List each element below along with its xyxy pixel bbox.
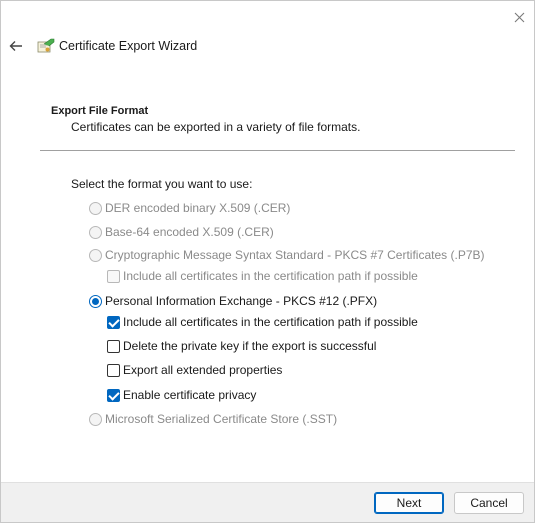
- back-arrow-icon: [9, 41, 22, 51]
- next-button[interactable]: Next: [374, 492, 444, 514]
- radio-pfx-format[interactable]: Personal Information Exchange - PKCS #12…: [89, 294, 377, 308]
- certificate-wizard-icon: [37, 38, 55, 53]
- checkbox-enable-certificate-privacy[interactable]: Enable certificate privacy: [107, 388, 256, 402]
- radio-button[interactable]: [89, 201, 102, 215]
- checkbox-export-props-label: Export all extended properties: [123, 363, 283, 377]
- radio-button[interactable]: [89, 225, 102, 239]
- radio-button-selected[interactable]: [89, 294, 102, 308]
- checkbox-checked[interactable]: [107, 315, 120, 329]
- checkbox-p7b-include-label: Include all certificates in the certific…: [123, 269, 418, 283]
- checkbox-export-extended-properties[interactable]: Export all extended properties: [107, 363, 282, 377]
- section-description: Certificates can be exported in a variet…: [71, 120, 361, 134]
- wizard-title: Certificate Export Wizard: [59, 39, 198, 53]
- cancel-button[interactable]: Cancel: [454, 492, 524, 514]
- checkbox[interactable]: [107, 363, 120, 377]
- radio-sst-format[interactable]: Microsoft Serialized Certificate Store (…: [89, 412, 337, 426]
- radio-button[interactable]: [89, 248, 102, 262]
- checkbox-p7b-include-path[interactable]: Include all certificates in the certific…: [107, 269, 418, 283]
- radio-base64-label: Base-64 encoded X.509 (.CER): [105, 225, 274, 239]
- section-title: Export File Format: [51, 105, 149, 117]
- back-button[interactable]: [6, 36, 26, 56]
- radio-p7b-label: Cryptographic Message Syntax Standard - …: [105, 248, 485, 262]
- checkbox[interactable]: [107, 269, 120, 283]
- format-prompt: Select the format you want to use:: [71, 177, 253, 191]
- radio-button[interactable]: [89, 412, 102, 426]
- close-button[interactable]: [509, 7, 529, 27]
- radio-p7b-format[interactable]: Cryptographic Message Syntax Standard - …: [89, 248, 485, 262]
- certificate-export-wizard-window: Certificate Export Wizard Export File Fo…: [0, 0, 535, 523]
- radio-sst-label: Microsoft Serialized Certificate Store (…: [105, 412, 338, 426]
- checkbox-delete-private-key[interactable]: Delete the private key if the export is …: [107, 339, 376, 353]
- radio-pfx-label: Personal Information Exchange - PKCS #12…: [105, 294, 378, 308]
- radio-base64-format[interactable]: Base-64 encoded X.509 (.CER): [89, 225, 274, 239]
- radio-der-label: DER encoded binary X.509 (.CER): [105, 201, 291, 215]
- checkbox-privacy-label: Enable certificate privacy: [123, 388, 257, 402]
- checkbox[interactable]: [107, 339, 120, 353]
- checkbox-delete-key-label: Delete the private key if the export is …: [123, 339, 377, 353]
- close-icon: [514, 12, 524, 22]
- radio-der-format[interactable]: DER encoded binary X.509 (.CER): [89, 201, 290, 215]
- wizard-footer: Next Cancel: [1, 482, 534, 522]
- checkbox-checked[interactable]: [107, 388, 120, 402]
- checkbox-pfx-include-path[interactable]: Include all certificates in the certific…: [107, 315, 418, 329]
- checkbox-pfx-include-label: Include all certificates in the certific…: [123, 315, 418, 329]
- header-divider: [40, 150, 515, 151]
